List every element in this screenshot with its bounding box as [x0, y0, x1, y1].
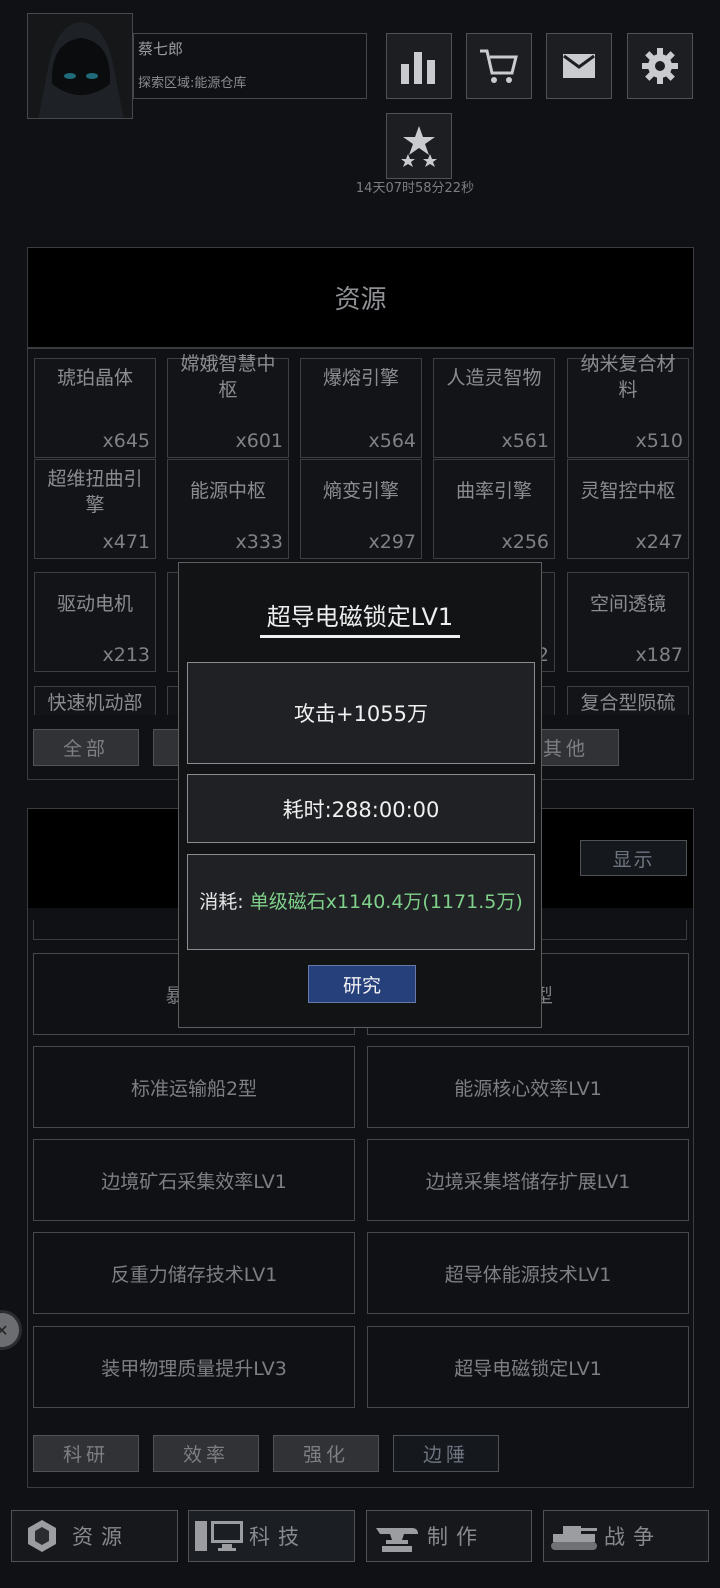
close-icon: ✕: [0, 1320, 9, 1340]
resources-title: 资源: [27, 247, 694, 348]
cost-value: 单级磁石x1140.4万(1171.5万): [249, 891, 523, 913]
cart-icon: [480, 49, 518, 83]
resource-cell[interactable]: 快速机动部: [34, 686, 156, 715]
resource-cell[interactable]: 能源中枢 x333: [167, 459, 289, 559]
tech-item[interactable]: 边境采集塔储存扩展LV1: [367, 1139, 689, 1221]
player-avatar[interactable]: [27, 13, 133, 119]
resource-icon: [12, 1518, 72, 1554]
tab-frontier[interactable]: 边陲: [393, 1435, 499, 1472]
nav-resources[interactable]: 资源: [11, 1510, 178, 1562]
tech-item[interactable]: 边境矿石采集效率LV1: [33, 1139, 355, 1221]
tech-item[interactable]: 超导体能源技术LV1: [367, 1232, 689, 1314]
cost-label: 消耗:: [199, 891, 244, 913]
resource-cell[interactable]: 人造灵智物 x561: [433, 358, 555, 458]
research-button[interactable]: 研究: [308, 965, 416, 1003]
resource-cell[interactable]: 超维扭曲引擎 x471: [34, 459, 156, 559]
show-button[interactable]: 显示: [580, 840, 687, 876]
player-name: 蔡七郎: [138, 40, 184, 58]
shop-button[interactable]: [466, 33, 532, 99]
resource-cell[interactable]: 空间透镜 x187: [567, 572, 689, 672]
dialog-title: 超导电磁锁定LV1: [266, 603, 454, 631]
tank-icon: [544, 1520, 604, 1552]
stats-icon: [401, 52, 435, 84]
tech-item[interactable]: 装甲物理质量提升LV3: [33, 1326, 355, 1408]
nav-craft[interactable]: 制作: [366, 1510, 532, 1562]
event-timer: 14天07时58分22秒: [355, 181, 475, 196]
resource-cell[interactable]: 纳米复合材料 x510: [567, 353, 689, 458]
rank-button[interactable]: [386, 113, 452, 179]
nav-war[interactable]: 战争: [543, 1510, 709, 1562]
resource-cell[interactable]: 复合型陨硫: [567, 686, 689, 715]
stats-button[interactable]: [386, 33, 452, 99]
tech-item[interactable]: 标准运输船2型: [33, 1046, 355, 1128]
resource-cell[interactable]: 嫦娥智慧中枢 x601: [167, 353, 289, 458]
resource-cell[interactable]: 爆熔引擎 x564: [300, 358, 422, 458]
title-underline: [260, 635, 460, 638]
tab-research[interactable]: 科研: [33, 1435, 139, 1472]
tab-enhance[interactable]: 强化: [273, 1435, 379, 1472]
mail-icon: [563, 54, 595, 78]
computer-icon: [189, 1519, 249, 1553]
effect-box: 攻击+1055万: [187, 662, 535, 764]
tech-item[interactable]: 反重力储存技术LV1: [33, 1232, 355, 1314]
tech-item[interactable]: 超导电磁锁定LV1: [367, 1326, 689, 1408]
anvil-icon: [367, 1518, 427, 1554]
mail-button[interactable]: [546, 33, 612, 99]
player-info: 蔡七郎 探索区域:能源仓库: [133, 33, 367, 99]
star-rank-icon: [401, 126, 437, 167]
tab-efficiency[interactable]: 效率: [153, 1435, 259, 1472]
resource-cell[interactable]: 驱动电机 x213: [34, 572, 156, 672]
nav-tech[interactable]: 科技: [188, 1510, 355, 1562]
tech-item[interactable]: 能源核心效率LV1: [367, 1046, 689, 1128]
research-dialog: 超导电磁锁定LV1 攻击+1055万 耗时:288:00:00 消耗: 单级磁石…: [178, 562, 542, 1028]
resource-cell[interactable]: 熵变引擎 x297: [300, 459, 422, 559]
resource-cell[interactable]: 灵智控中枢 x247: [567, 459, 689, 559]
resource-cell[interactable]: 琥珀晶体 x645: [34, 358, 156, 458]
time-box: 耗时:288:00:00: [187, 774, 535, 843]
settings-button[interactable]: [627, 33, 693, 99]
gear-icon: [642, 48, 678, 84]
cost-box: 消耗: 单级磁石x1140.4万(1171.5万): [187, 854, 535, 950]
filter-all[interactable]: 全部: [33, 729, 139, 766]
float-close-button[interactable]: ✕: [0, 1310, 22, 1350]
resource-cell[interactable]: 曲率引擎 x256: [433, 459, 555, 559]
explore-zone: 探索区域:能源仓库: [138, 76, 247, 91]
